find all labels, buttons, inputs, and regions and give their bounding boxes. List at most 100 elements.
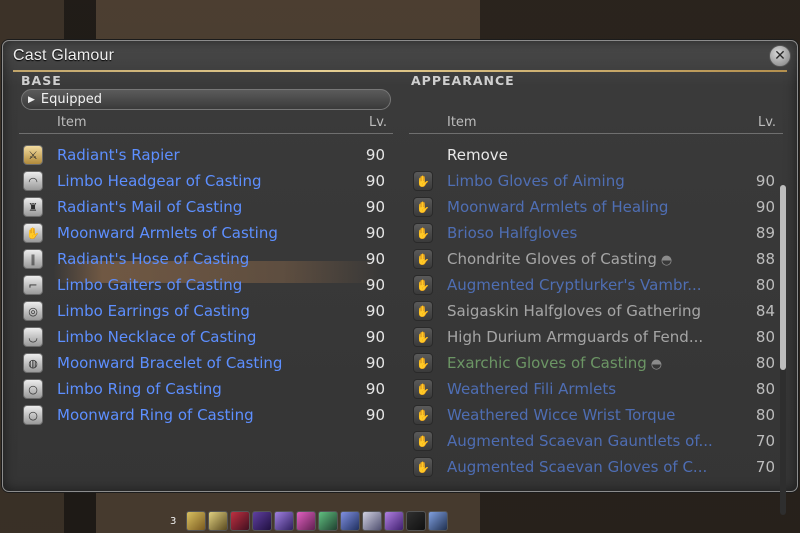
appearance-item-level: 70 xyxy=(755,458,775,476)
appearance-item-name: Exarchic Gloves of Casting ◓ xyxy=(447,354,735,372)
body-armor-icon: ♜ xyxy=(23,197,43,217)
appearance-item-row[interactable]: ✋ Augmented Cryptlurker's Vambr... 80 xyxy=(413,273,775,297)
gloves-icon: ✋ xyxy=(413,379,433,399)
base-item-name: Moonward Ring of Casting xyxy=(57,406,254,424)
appearance-item-name-text: Augmented Cryptlurker's Vambr... xyxy=(447,276,702,294)
hotbar-slot[interactable] xyxy=(362,511,383,531)
appearance-item-name: Augmented Scaevan Gloves of C... xyxy=(447,458,735,476)
hotbar-slot[interactable] xyxy=(406,511,427,531)
appearance-item-name-text: Weathered Wicce Wrist Torque xyxy=(447,406,676,424)
legs-icon: ∥ xyxy=(23,249,43,269)
appearance-item-name-text: Exarchic Gloves of Casting xyxy=(447,354,647,372)
base-item-level: 90 xyxy=(365,172,385,190)
base-item-row[interactable]: ○ Moonward Ring of Casting 90 xyxy=(23,403,385,427)
hotbar-slot[interactable] xyxy=(274,511,295,531)
appearance-item-name-text: Limbo Gloves of Aiming xyxy=(447,172,625,190)
remove-option[interactable]: Remove xyxy=(447,143,777,167)
appearance-item-name-text: Chondrite Gloves of Casting xyxy=(447,250,657,268)
hotbar-slot[interactable] xyxy=(296,511,317,531)
base-item-name: Moonward Bracelet of Casting xyxy=(57,354,283,372)
base-item-row[interactable]: ○ Limbo Ring of Casting 90 xyxy=(23,377,385,401)
base-item-row[interactable]: ✋ Moonward Armlets of Casting 90 xyxy=(23,221,385,245)
hotbar-number: 3 xyxy=(170,515,177,527)
appearance-item-column-header: Item xyxy=(447,115,477,130)
appearance-item-name: Saigaskin Halfgloves of Gathering xyxy=(447,302,735,320)
hotbar-slot[interactable] xyxy=(340,511,361,531)
gloves-icon: ✋ xyxy=(413,171,433,191)
appearance-item-level: 84 xyxy=(755,302,775,320)
base-item-row[interactable]: ♜ Radiant's Mail of Casting 90 xyxy=(23,195,385,219)
base-item-name: Limbo Headgear of Casting xyxy=(57,172,262,190)
hotbar-slot[interactable] xyxy=(186,511,207,531)
appearance-item-name: Limbo Gloves of Aiming xyxy=(447,172,735,190)
necklace-icon: ◡ xyxy=(23,327,43,347)
appearance-item-name: High Durium Armguards of Fend... xyxy=(447,328,735,346)
base-item-row[interactable]: ⌐ Limbo Gaiters of Casting 90 xyxy=(23,273,385,297)
hotbar-slot[interactable] xyxy=(428,511,449,531)
appearance-item-row[interactable]: ✋ Saigaskin Halfgloves of Gathering 84 xyxy=(413,299,775,323)
hotbar-slot[interactable] xyxy=(208,511,229,531)
appearance-item-level: 70 xyxy=(755,432,775,450)
appearance-item-name: Augmented Scaevan Gauntlets of... xyxy=(447,432,735,450)
base-item-name: Limbo Earrings of Casting xyxy=(57,302,250,320)
base-section-label: BASE xyxy=(21,73,62,88)
appearance-item-row[interactable]: ✋ Limbo Gloves of Aiming 90 xyxy=(413,169,775,193)
appearance-item-row[interactable]: ✋ Chondrite Gloves of Casting ◓ 88 xyxy=(413,247,775,271)
appearance-item-level: 80 xyxy=(755,354,775,372)
appearance-scrollbar-thumb[interactable] xyxy=(780,185,786,370)
feet-icon: ⌐ xyxy=(23,275,43,295)
gloves-icon: ✋ xyxy=(413,457,433,477)
hotbar: 3 xyxy=(170,510,449,532)
base-item-level: 90 xyxy=(365,302,385,320)
appearance-item-level: 88 xyxy=(755,250,775,268)
headgear-icon: ◠ xyxy=(23,171,43,191)
base-item-level: 90 xyxy=(365,406,385,424)
appearance-item-name-text: High Durium Armguards of Fend... xyxy=(447,328,704,346)
appearance-item-row[interactable]: ✋ Exarchic Gloves of Casting ◓ 80 xyxy=(413,351,775,375)
appearance-item-row[interactable]: ✋ Weathered Wicce Wrist Torque 80 xyxy=(413,403,775,427)
gloves-icon: ✋ xyxy=(413,249,433,269)
close-icon[interactable]: ✕ xyxy=(769,45,791,67)
appearance-item-level: 90 xyxy=(755,172,775,190)
hotbar-slot[interactable] xyxy=(252,511,273,531)
base-item-row[interactable]: ∥ Radiant's Hose of Casting 90 xyxy=(23,247,385,271)
appearance-item-level: 80 xyxy=(755,276,775,294)
base-lv-column-header: Lv. xyxy=(369,115,388,130)
gloves-icon: ✋ xyxy=(413,327,433,347)
base-item-level: 90 xyxy=(365,276,385,294)
base-item-name: Limbo Gaiters of Casting xyxy=(57,276,243,294)
appearance-item-name-text: Moonward Armlets of Healing xyxy=(447,198,669,216)
title-separator xyxy=(13,70,787,72)
appearance-item-row[interactable]: ✋ Brioso Halfgloves 89 xyxy=(413,221,775,245)
appearance-item-row[interactable]: ✋ Augmented Scaevan Gauntlets of... 70 xyxy=(413,429,775,453)
gloves-icon: ✋ xyxy=(413,275,433,295)
appearance-item-row[interactable]: ✋ High Durium Armguards of Fend... 80 xyxy=(413,325,775,349)
equipped-dropdown[interactable]: ▶ Equipped xyxy=(21,89,391,110)
base-item-name: Limbo Ring of Casting xyxy=(57,380,222,398)
appearance-item-level: 80 xyxy=(755,328,775,346)
base-item-name: Radiant's Mail of Casting xyxy=(57,198,243,216)
base-item-row[interactable]: ◠ Limbo Headgear of Casting 90 xyxy=(23,169,385,193)
hotbar-slot[interactable] xyxy=(384,511,405,531)
base-item-name: Radiant's Hose of Casting xyxy=(57,250,250,268)
base-item-row[interactable]: ⚔ Radiant's Rapier 90 xyxy=(23,143,385,167)
cast-glamour-window: Cast Glamour ✕ BASE APPEARANCE ▶ Equippe… xyxy=(2,40,798,515)
remove-label: Remove xyxy=(447,146,508,164)
earrings-icon: ◎ xyxy=(23,301,43,321)
hotbar-slot[interactable] xyxy=(318,511,339,531)
base-item-row[interactable]: ◎ Limbo Earrings of Casting 90 xyxy=(23,299,385,323)
gloves-icon: ✋ xyxy=(413,353,433,373)
hotbar-slot[interactable] xyxy=(230,511,251,531)
appearance-item-name-text: Weathered Fili Armlets xyxy=(447,380,617,398)
appearance-item-row[interactable]: ✋ Augmented Scaevan Gloves of C... 70 xyxy=(413,455,775,479)
ring-icon: ○ xyxy=(23,379,43,399)
appearance-item-name: Weathered Wicce Wrist Torque xyxy=(447,406,735,424)
appearance-item-row[interactable]: ✋ Weathered Fili Armlets 80 xyxy=(413,377,775,401)
base-item-level: 90 xyxy=(365,224,385,242)
triangle-right-icon: ▶ xyxy=(28,94,35,105)
appearance-item-level: 90 xyxy=(755,198,775,216)
base-item-row[interactable]: ◡ Limbo Necklace of Casting 90 xyxy=(23,325,385,349)
appearance-lv-column-header: Lv. xyxy=(758,115,777,130)
appearance-item-row[interactable]: ✋ Moonward Armlets of Healing 90 xyxy=(413,195,775,219)
base-item-row[interactable]: ◍ Moonward Bracelet of Casting 90 xyxy=(23,351,385,375)
